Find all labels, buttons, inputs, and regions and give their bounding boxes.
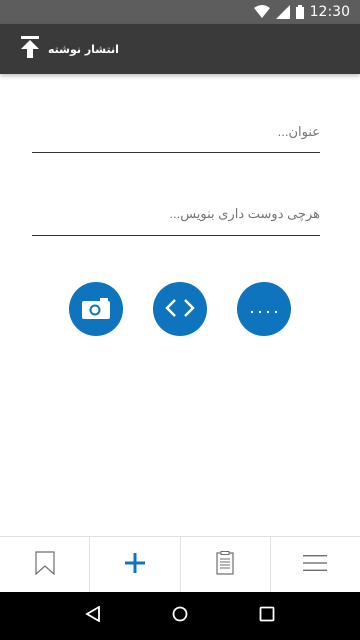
- add-photo-button[interactable]: [69, 282, 123, 336]
- tab-menu[interactable]: [271, 537, 360, 592]
- tab-bookmarks[interactable]: [0, 537, 91, 592]
- nav-back-button[interactable]: [73, 596, 113, 636]
- wifi-icon: [253, 5, 270, 19]
- post-title-input[interactable]: [32, 118, 320, 153]
- status-time: 12:30: [309, 4, 350, 20]
- page-title: انتشار نوشته: [48, 42, 119, 56]
- insert-code-button[interactable]: [153, 282, 207, 336]
- tab-drafts[interactable]: [181, 537, 271, 592]
- plus-icon: [124, 552, 145, 577]
- post-body-input[interactable]: [32, 200, 320, 236]
- publish-upload-icon[interactable]: [20, 36, 40, 62]
- status-bar: 12:30: [0, 0, 360, 24]
- bottom-tab-bar: [0, 536, 360, 592]
- system-nav-bar: [0, 592, 360, 640]
- home-circle-icon: [172, 606, 188, 626]
- clipboard-icon: [216, 550, 234, 579]
- more-dots-icon: [249, 302, 279, 317]
- more-options-button[interactable]: [237, 282, 291, 336]
- nav-home-button[interactable]: [160, 596, 200, 636]
- nav-recents-button[interactable]: [247, 596, 287, 636]
- tab-new-post[interactable]: [90, 537, 181, 592]
- app-bar: انتشار نوشته: [0, 24, 360, 74]
- code-icon: [165, 298, 195, 321]
- menu-icon: [303, 554, 328, 576]
- bookmark-icon: [35, 550, 55, 579]
- back-triangle-icon: [85, 605, 101, 626]
- recents-square-icon: [259, 606, 275, 626]
- battery-icon: [295, 5, 304, 19]
- camera-icon: [82, 297, 110, 322]
- cell-signal-icon: [275, 5, 290, 19]
